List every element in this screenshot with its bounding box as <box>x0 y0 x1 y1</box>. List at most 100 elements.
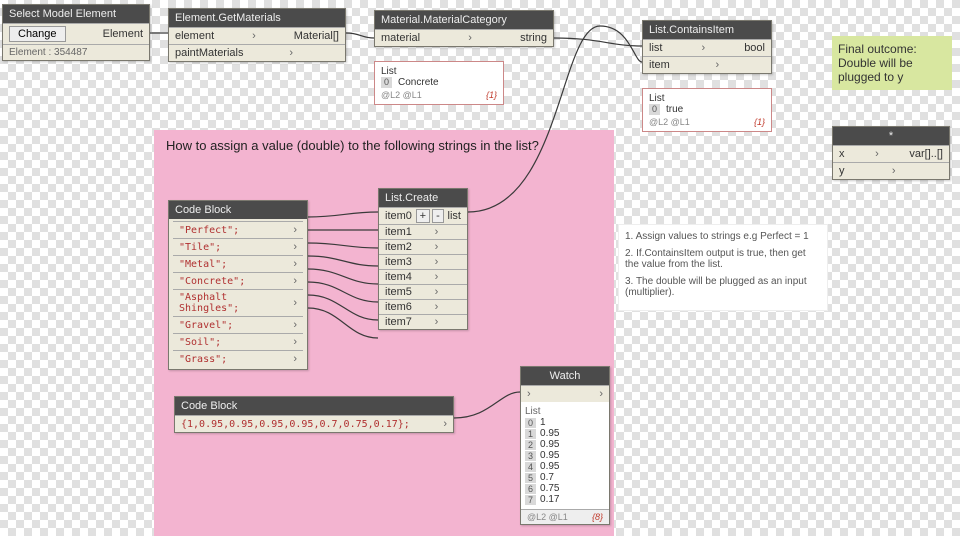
in-port-y: y <box>839 165 845 177</box>
in-port-item3[interactable]: item3› <box>379 254 467 269</box>
in-port-item1[interactable]: item1› <box>379 224 467 239</box>
node-title: List.Create <box>379 189 467 207</box>
in-port-element: element <box>175 30 214 42</box>
add-item-button[interactable]: + <box>416 209 430 223</box>
chevron-right-icon: › <box>293 353 297 365</box>
in-port-item2[interactable]: item2› <box>379 239 467 254</box>
node-title: Code Block <box>169 201 307 219</box>
preview-value: true <box>666 104 683 115</box>
remove-item-button[interactable]: - <box>432 209 444 223</box>
node-code-block-strings[interactable]: Code Block "Perfect";›"Tile";›"Metal";›"… <box>168 200 308 370</box>
step-3: 3. The double will be plugged as an inpu… <box>625 276 821 298</box>
in-port-x: x <box>839 148 845 160</box>
preview-foot-r: {1} <box>486 90 497 100</box>
in-port-item6[interactable]: item6› <box>379 299 467 314</box>
in-port-list: list <box>649 42 662 54</box>
watch-list: List 0110.9520.9530.9540.9550.760.7570.1… <box>521 402 609 509</box>
node-watch[interactable]: Watch › › List 0110.9520.9530.9540.9550.7… <box>520 366 610 525</box>
watch-row: 40.95 <box>525 461 605 472</box>
pink-question-text: How to assign a value (double) to the fo… <box>166 138 606 153</box>
code-line[interactable]: "Gravel";› <box>173 316 303 333</box>
node-select-model-element[interactable]: Select Model Element Change Element Elem… <box>2 4 150 61</box>
chevron-right-icon: › <box>599 388 603 400</box>
out-port-bool: bool <box>744 42 765 54</box>
watch-row: 20.95 <box>525 439 605 450</box>
chevron-right-icon: › <box>716 59 720 71</box>
chevron-right-icon: › <box>289 47 293 59</box>
watch-row: 30.95 <box>525 450 605 461</box>
node-list-create[interactable]: List.Create item0 + - list item1›item2›i… <box>378 188 468 330</box>
code-line[interactable]: {1,0.95,0.95,0.95,0.95,0.7,0.75,0.17}; <box>181 419 410 430</box>
preview-foot-l: @L2 @L1 <box>381 90 422 100</box>
chevron-right-icon: › <box>892 165 896 177</box>
code-line[interactable]: "Soil";› <box>173 333 303 350</box>
preview-index: 0 <box>649 104 660 115</box>
green-note-text: Final outcome: Double will be plugged to… <box>838 42 917 84</box>
node-title: Code Block <box>175 397 453 415</box>
in-port-item5[interactable]: item5› <box>379 284 467 299</box>
watch-row: 50.7 <box>525 472 605 483</box>
node-get-materials[interactable]: Element.GetMaterials element › Material[… <box>168 8 346 62</box>
chevron-right-icon: › <box>435 316 439 328</box>
chevron-right-icon: › <box>435 241 439 253</box>
out-port-element: Element <box>103 28 143 40</box>
preview-label: List <box>381 66 497 77</box>
preview-value: Concrete <box>398 77 439 88</box>
chevron-right-icon: › <box>435 301 439 313</box>
watch-footer-r: {8} <box>592 512 603 522</box>
code-line[interactable]: "Perfect";› <box>173 221 303 238</box>
preview-foot-r: {1} <box>754 117 765 127</box>
chevron-right-icon: › <box>443 418 447 430</box>
code-line[interactable]: "Asphalt Shingles";› <box>173 289 303 316</box>
node-multiply[interactable]: * x › var[]..[] y › <box>832 126 950 180</box>
code-line[interactable]: "Concrete";› <box>173 272 303 289</box>
node-material-category[interactable]: Material.MaterialCategory material › str… <box>374 10 554 47</box>
steps-annotation: 1. Assign values to strings e.g Perfect … <box>618 224 828 311</box>
node-code-block-doubles[interactable]: Code Block {1,0.95,0.95,0.95,0.95,0.7,0.… <box>174 396 454 433</box>
chevron-right-icon: › <box>252 30 256 42</box>
watch-row: 10.95 <box>525 428 605 439</box>
chevron-right-icon: › <box>435 286 439 298</box>
chevron-right-icon: › <box>435 271 439 283</box>
in-port-material: material <box>381 32 420 44</box>
chevron-right-icon: › <box>293 275 297 287</box>
in-port-item7[interactable]: item7› <box>379 314 467 329</box>
watch-row: 01 <box>525 417 605 428</box>
in-port-item4[interactable]: item4› <box>379 269 467 284</box>
watch-list-label: List <box>525 406 605 417</box>
chevron-right-icon: › <box>527 388 531 400</box>
preview-material-category: List 0 Concrete @L2 @L1 {1} <box>374 61 504 105</box>
chevron-right-icon: › <box>293 297 297 309</box>
code-line[interactable]: "Tile";› <box>173 238 303 255</box>
chevron-right-icon: › <box>293 241 297 253</box>
change-button[interactable]: Change <box>9 26 66 42</box>
in-port-item0: item0 <box>385 210 412 222</box>
node-footer: Element : 354487 <box>3 44 149 60</box>
code-line[interactable]: "Grass";› <box>173 350 303 367</box>
watch-footer-l: @L2 @L1 <box>527 512 568 522</box>
watch-row: 70.17 <box>525 494 605 505</box>
in-port-paintmaterials: paintMaterials <box>175 47 243 59</box>
chevron-right-icon: › <box>293 336 297 348</box>
step-2: 2. If.ContainsItem output is true, then … <box>625 248 821 270</box>
node-title: Watch <box>521 367 609 385</box>
node-list-containsitem[interactable]: List.ContainsItem list › bool item › <box>642 20 772 74</box>
node-title: Material.MaterialCategory <box>375 11 553 29</box>
preview-foot-l: @L2 @L1 <box>649 117 690 127</box>
green-note: Final outcome: Double will be plugged to… <box>832 36 952 90</box>
chevron-right-icon: › <box>468 32 472 44</box>
code-line[interactable]: "Metal";› <box>173 255 303 272</box>
preview-label: List <box>649 93 765 104</box>
node-title: Element.GetMaterials <box>169 9 345 27</box>
chevron-right-icon: › <box>293 319 297 331</box>
chevron-right-icon: › <box>293 224 297 236</box>
preview-containsitem: List 0 true @L2 @L1 {1} <box>642 88 772 132</box>
chevron-right-icon: › <box>435 256 439 268</box>
preview-index: 0 <box>381 77 392 88</box>
out-port-list: list <box>448 210 461 222</box>
step-1: 1. Assign values to strings e.g Perfect … <box>625 231 821 242</box>
node-title: Select Model Element <box>3 5 149 23</box>
node-title: List.ContainsItem <box>643 21 771 39</box>
out-port-var: var[]..[] <box>909 148 943 160</box>
chevron-right-icon: › <box>875 148 879 160</box>
